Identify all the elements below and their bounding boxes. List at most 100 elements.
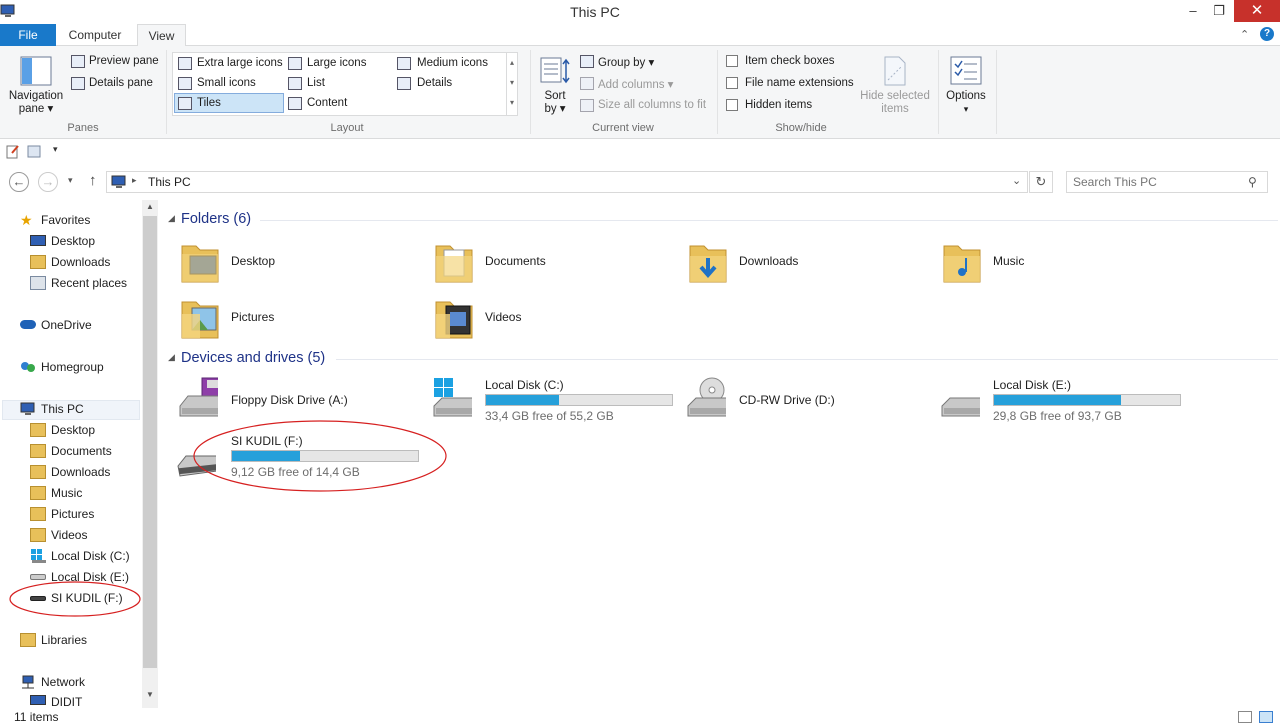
options-button[interactable]: Options ▾: [944, 90, 988, 116]
address-row: ← → ▾ ↑ ▸ This PC ⌄ ↻ ⚲: [0, 166, 1280, 198]
properties-icon[interactable]: [6, 144, 20, 159]
item-count: 11 items: [14, 710, 59, 724]
tab-file[interactable]: File: [0, 24, 56, 46]
size-all-columns-button[interactable]: Size all columns to fit: [598, 99, 706, 111]
address-bar[interactable]: ▸ This PC ⌄: [106, 171, 1028, 193]
navigation-pane-icon[interactable]: [20, 56, 52, 86]
customize-qat-icon[interactable]: ▾: [53, 144, 58, 155]
medium-icons-option[interactable]: Medium icons: [417, 57, 488, 69]
file-name-extensions-label[interactable]: File name extensions: [745, 77, 854, 89]
content-icon: [288, 97, 302, 110]
drive-tile-local-disk-e[interactable]: Local Disk (E:) 29,8 GB free of 93,7 GB: [940, 376, 1190, 428]
documents-folder-icon: [435, 245, 473, 283]
details-view-icon[interactable]: [1238, 711, 1252, 723]
scroll-thumb[interactable]: [143, 216, 157, 668]
folder-tile-videos[interactable]: Videos: [434, 294, 684, 346]
libraries-icon: [20, 633, 36, 647]
layout-group-label: Layout: [330, 122, 364, 134]
details-pane-button[interactable]: Details pane: [89, 77, 153, 89]
folder-name: Downloads: [739, 254, 799, 268]
extra-large-icons-option[interactable]: Extra large icons: [197, 57, 283, 69]
drive-tile-local-disk-c[interactable]: Local Disk (C:) 33,4 GB free of 55,2 GB: [432, 376, 682, 428]
small-icons-icon: [178, 77, 192, 90]
large-icons-view-icon[interactable]: [1259, 711, 1273, 723]
up-arrow-icon[interactable]: ↑: [89, 172, 97, 189]
sort-by-button[interactable]: Sort by ▾: [540, 90, 570, 116]
hidden-items-label[interactable]: Hidden items: [745, 99, 812, 111]
nav-scrollbar[interactable]: ▲ ▼: [142, 200, 158, 708]
add-columns-button[interactable]: Add columns ▾: [598, 77, 673, 91]
item-check-boxes-label[interactable]: Item check boxes: [745, 55, 834, 67]
drive-tile-cdrw-d[interactable]: CD-RW Drive (D:): [686, 376, 936, 428]
gallery-scroll[interactable]: ▴ ▾ ▾: [506, 53, 517, 115]
sort-by-icon[interactable]: [540, 56, 572, 86]
details-pane-icon[interactable]: [71, 77, 85, 90]
floppy-drive-icon: [179, 377, 218, 417]
file-name-extensions-checkbox[interactable]: [726, 77, 738, 89]
item-check-boxes-checkbox[interactable]: [726, 55, 738, 67]
drive-name: Local Disk (E:): [993, 378, 1072, 392]
options-icon[interactable]: [950, 56, 982, 86]
navigation-pane-label: Navigation: [8, 90, 64, 102]
drive-name: Floppy Disk Drive (A:): [231, 393, 348, 407]
collapse-devices-icon[interactable]: ◢: [168, 352, 175, 363]
search-box[interactable]: ⚲: [1066, 171, 1268, 193]
folder-tile-documents[interactable]: Documents: [434, 238, 684, 290]
hide-selected-items-button[interactable]: Hide selected items: [858, 90, 932, 116]
folder-tile-desktop[interactable]: Desktop: [180, 238, 430, 290]
content-area: ◢ Folders (6) Desktop Documents Download…: [158, 200, 1280, 708]
list-option[interactable]: List: [307, 77, 325, 89]
recent-locations-icon[interactable]: ▾: [68, 175, 73, 186]
downloads-folder-icon: [30, 465, 46, 479]
large-icons-option[interactable]: Large icons: [307, 57, 366, 69]
list-icon: [288, 77, 302, 90]
maximize-button[interactable]: ❐: [1204, 0, 1234, 22]
scroll-up-icon[interactable]: ▲: [146, 202, 154, 211]
cloud-icon: [20, 320, 36, 329]
folder-tile-pictures[interactable]: Pictures: [180, 294, 430, 346]
group-by-icon: [580, 55, 594, 68]
search-input[interactable]: [1073, 174, 1241, 190]
address-dropdown-icon[interactable]: ⌄: [1012, 174, 1021, 187]
small-icons-option[interactable]: Small icons: [197, 77, 256, 89]
navigation-pane-label-2: pane ▾: [18, 103, 54, 115]
tab-view[interactable]: View: [137, 24, 186, 47]
desktop-folder-icon: [30, 423, 46, 437]
forward-button[interactable]: →: [38, 172, 58, 192]
folder-tile-music[interactable]: Music: [942, 238, 1192, 290]
homegroup-icon: [20, 360, 36, 374]
folder-tile-downloads[interactable]: Downloads: [688, 238, 938, 290]
search-icon[interactable]: ⚲: [1248, 175, 1257, 189]
title-bar: This PC – ❐ ✕: [0, 0, 1280, 24]
videos-folder-icon: [30, 528, 46, 542]
navigation-pane-button[interactable]: Navigation pane ▾: [8, 90, 64, 116]
content-option[interactable]: Content: [307, 97, 347, 109]
address-path[interactable]: This PC: [148, 175, 191, 189]
collapse-folders-icon[interactable]: ◢: [168, 213, 175, 224]
close-button[interactable]: ✕: [1234, 0, 1280, 22]
devices-header[interactable]: Devices and drives (5): [181, 350, 325, 366]
folder-name: Pictures: [231, 310, 275, 324]
breadcrumb-chevron-icon[interactable]: ▸: [132, 175, 137, 186]
documents-folder-icon: [30, 444, 46, 458]
back-button[interactable]: ←: [9, 172, 29, 192]
hide-selected-icon[interactable]: [882, 56, 908, 86]
hide-selected-label-2: items: [881, 103, 909, 115]
scroll-down-icon[interactable]: ▼: [146, 690, 154, 699]
videos-folder-icon: [435, 301, 473, 339]
group-by-button[interactable]: Group by ▾: [598, 55, 654, 69]
preview-pane-icon[interactable]: [71, 55, 85, 68]
folders-header[interactable]: Folders (6): [181, 211, 251, 227]
hidden-items-checkbox[interactable]: [726, 99, 738, 111]
preview-pane-button[interactable]: Preview pane: [89, 55, 159, 67]
music-folder-icon: [943, 245, 981, 283]
details-option[interactable]: Details: [417, 77, 452, 89]
help-icon[interactable]: ?: [1260, 27, 1274, 41]
tiles-option[interactable]: Tiles: [197, 97, 221, 109]
panes-group-label: Panes: [67, 122, 99, 134]
minimize-ribbon-icon[interactable]: ⌃: [1240, 28, 1249, 41]
new-folder-icon[interactable]: [27, 144, 41, 158]
refresh-button[interactable]: ↻: [1029, 171, 1053, 193]
tab-computer[interactable]: Computer: [58, 24, 132, 46]
large-icons-icon: [288, 57, 302, 70]
